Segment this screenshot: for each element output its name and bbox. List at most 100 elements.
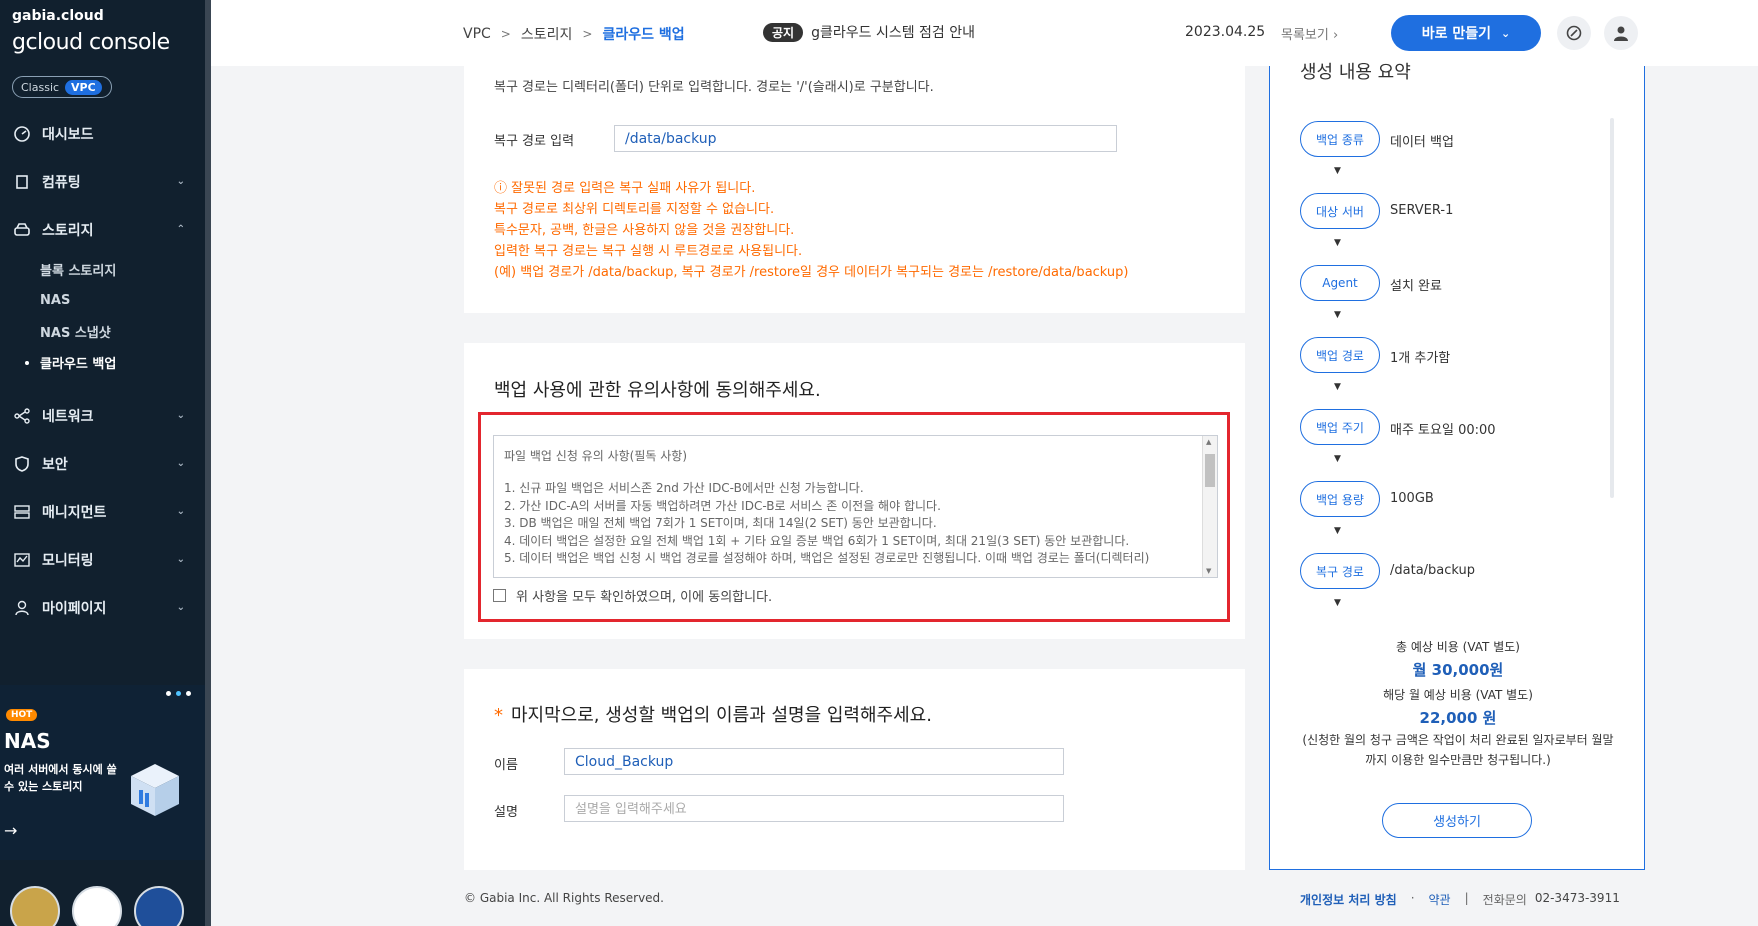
copyright: © Gabia Inc. All Rights Reserved.: [464, 891, 664, 905]
chat-icon[interactable]: [1557, 16, 1591, 50]
warning-line: 입력한 복구 경로는 복구 실행 시 루트경로로 사용됩니다.: [494, 244, 803, 259]
scroll-thumb[interactable]: [1205, 454, 1215, 487]
chevron-down-icon: ▼: [1334, 454, 1341, 464]
sidebar-item-nas-snapshot[interactable]: NAS 스냅샷: [40, 316, 205, 347]
agreement-title: 백업 사용에 관한 유의사항에 동의해주세요.: [494, 380, 821, 401]
terms-link[interactable]: 약관: [1429, 891, 1451, 908]
summary-key-pill: 백업 주기: [1300, 409, 1380, 445]
summary-key-pill: Agent: [1300, 265, 1380, 301]
scroll-up-icon[interactable]: ▲: [1206, 438, 1211, 446]
create-backup-button[interactable]: 생성하기: [1382, 803, 1532, 838]
terms-line: 5. 데이터 백업은 백업 신청 시 백업 경로를 설정해야 하며, 백업은 설…: [504, 551, 1150, 565]
chevron-down-icon: ▼: [1334, 526, 1341, 536]
carousel-dots[interactable]: [166, 691, 191, 696]
description-label: 설명: [494, 805, 518, 820]
list-view-link[interactable]: 목록보기 ›: [1281, 24, 1338, 43]
sidebar-item-security[interactable]: 보안 ⌄: [0, 440, 205, 488]
arrow-right-icon[interactable]: →: [4, 821, 17, 840]
summary-step: Agent 설치 완료 ▼: [1300, 265, 1600, 337]
summary-step: 백업 주기 매주 토요일 00:00 ▼: [1300, 409, 1600, 481]
profile-icon[interactable]: [1604, 16, 1638, 50]
notice-banner[interactable]: 공지 g클라우드 시스템 점검 안내: [763, 22, 975, 42]
summary-step: 백업 종류 데이터 백업 ▼: [1300, 121, 1600, 193]
sidebar-item-block-storage[interactable]: 블록 스토리지: [40, 254, 205, 285]
summary-key-pill: 백업 경로: [1300, 337, 1380, 373]
summary-value: 1개 추가함: [1390, 351, 1451, 366]
quick-create-button[interactable]: 바로 만들기 ⌄: [1391, 15, 1541, 51]
monitoring-icon: [12, 550, 32, 570]
backup-name-input[interactable]: [564, 748, 1064, 775]
summary-step: 대상 서버 SERVER-1 ▼: [1300, 193, 1600, 265]
summary-step: 백업 경로 1개 추가함 ▼: [1300, 337, 1600, 409]
backup-description-input[interactable]: [564, 795, 1064, 822]
chevron-down-icon: ▼: [1334, 382, 1341, 392]
promo-description: 여러 서버에서 동시에 쓸 수 있는 스토리지: [4, 763, 117, 793]
total-cost-value: 월 30,000원: [1412, 661, 1504, 679]
gabia-logo[interactable]: gabia.cloud: [12, 8, 104, 24]
notice-text[interactable]: g클라우드 시스템 점검 안내: [811, 22, 975, 42]
summary-value: SERVER-1: [1390, 203, 1454, 218]
sidebar-item-monitoring[interactable]: 모니터링 ⌄: [0, 536, 205, 584]
sidebar-item-label: 모니터링: [42, 553, 94, 569]
chevron-down-icon: ⌄: [176, 506, 185, 517]
terms-heading: 파일 백업 신청 유의 사항(필독 사항): [504, 449, 687, 463]
sidebar-item-label: 스토리지: [42, 223, 94, 239]
summary-scrollbar[interactable]: [1610, 118, 1614, 498]
sidebar-item-mypage[interactable]: 마이페이지 ⌄: [0, 584, 205, 632]
breadcrumb-storage[interactable]: 스토리지: [521, 24, 573, 44]
naming-card: *마지막으로, 생성할 백업의 이름과 설명을 입력해주세요. 이름 설명: [464, 669, 1245, 870]
scroll-down-icon[interactable]: ▼: [1206, 567, 1211, 575]
summary-key-pill: 백업 용량: [1300, 481, 1380, 517]
chevron-down-icon: ⌄: [176, 410, 185, 421]
summary-steps: 백업 종류 데이터 백업 ▼ 대상 서버 SERVER-1 ▼ Agent 설치…: [1300, 121, 1600, 607]
summary-key-pill: 복구 경로: [1300, 553, 1380, 589]
sidebar-item-network[interactable]: 네트워크 ⌄: [0, 392, 205, 440]
agree-checkbox[interactable]: [493, 589, 506, 602]
terms-textarea[interactable]: 파일 백업 신청 유의 사항(필독 사항) 1. 신규 파일 백업은 서비스존 …: [493, 435, 1218, 578]
footer-separator: |: [1464, 891, 1469, 905]
sidebar-item-storage[interactable]: 스토리지 ⌃: [0, 206, 205, 254]
chevron-right-icon: >: [582, 27, 593, 41]
terms-scrollbar[interactable]: ▲ ▼: [1202, 436, 1217, 577]
agree-checkbox-label[interactable]: 위 사항을 모두 확인하였으며, 이에 동의합니다.: [516, 586, 772, 605]
mode-toggle[interactable]: Classic VPC: [12, 76, 112, 98]
chevron-down-icon: ▼: [1334, 166, 1341, 176]
network-icon: [12, 406, 32, 426]
sidebar-item-computing[interactable]: 컴퓨팅 ⌄: [0, 158, 205, 206]
contact-number: 02-3473-3911: [1534, 891, 1620, 905]
terms-line: 3. DB 백업은 매일 전체 백업 7회가 1 SET이며, 최대 14일(2…: [504, 516, 937, 530]
summary-step: 복구 경로 /data/backup ▼: [1300, 553, 1600, 607]
sidebar-item-cloud-backup[interactable]: 클라우드 백업: [25, 347, 205, 378]
summary-value: 매주 토요일 00:00: [1390, 423, 1496, 438]
breadcrumb-vpc[interactable]: VPC: [463, 26, 491, 42]
breadcrumb-cloud-backup: 클라우드 백업: [602, 27, 685, 43]
sidebar-item-dashboard[interactable]: 대시보드: [0, 110, 205, 158]
total-cost-label: 총 예상 비용 (VAT 별도): [1396, 640, 1520, 654]
mode-vpc[interactable]: VPC: [65, 79, 102, 95]
sidebar-item-label: 컴퓨팅: [42, 175, 81, 191]
breadcrumb: VPC > 스토리지 > 클라우드 백업: [463, 24, 685, 44]
name-label: 이름: [494, 758, 518, 773]
mode-classic[interactable]: Classic: [15, 80, 65, 95]
sidebar-nav: 대시보드 컴퓨팅 ⌄ 스토리지 ⌃ 블록 스토리지 NAS NAS 스냅샷 클라…: [0, 110, 205, 632]
sidebar-scrollbar[interactable]: [205, 0, 211, 926]
contact-label: 전화문의: [1482, 893, 1527, 907]
agreement-highlight-box: 파일 백업 신청 유의 사항(필독 사항) 1. 신규 파일 백업은 서비스존 …: [478, 412, 1230, 622]
privacy-policy-link[interactable]: 개인정보 처리 방침: [1300, 891, 1397, 908]
summary-key-pill: 백업 종류: [1300, 121, 1380, 157]
console-title[interactable]: gcloud console: [12, 30, 170, 55]
month-cost-value: 22,000 원: [1419, 709, 1497, 727]
storage-submenu: 블록 스토리지 NAS NAS 스냅샷 클라우드 백업: [0, 254, 205, 378]
agree-checkbox-row[interactable]: 위 사항을 모두 확인하였으며, 이에 동의합니다.: [493, 586, 772, 605]
certification-badge: [10, 886, 60, 926]
sidebar-item-management[interactable]: 매니지먼트 ⌄: [0, 488, 205, 536]
chevron-right-icon: >: [500, 27, 511, 41]
sidebar-item-label: 매니지먼트: [42, 505, 107, 521]
warning-line: 특수문자, 공백, 한글은 사용하지 않을 것을 권장합니다.: [494, 223, 795, 238]
summary-value: 100GB: [1390, 491, 1434, 506]
restore-path-input[interactable]: [614, 125, 1117, 152]
restore-path-help: 복구 경로는 디렉터리(폴더) 단위로 입력합니다. 경로는 '/'(슬래시)로…: [494, 80, 934, 95]
sidebar-item-nas[interactable]: NAS: [40, 285, 205, 316]
promo-banner[interactable]: HOT NAS 여러 서버에서 동시에 쓸 수 있는 스토리지 →: [0, 685, 205, 860]
sidebar-item-label: 보안: [42, 457, 68, 473]
